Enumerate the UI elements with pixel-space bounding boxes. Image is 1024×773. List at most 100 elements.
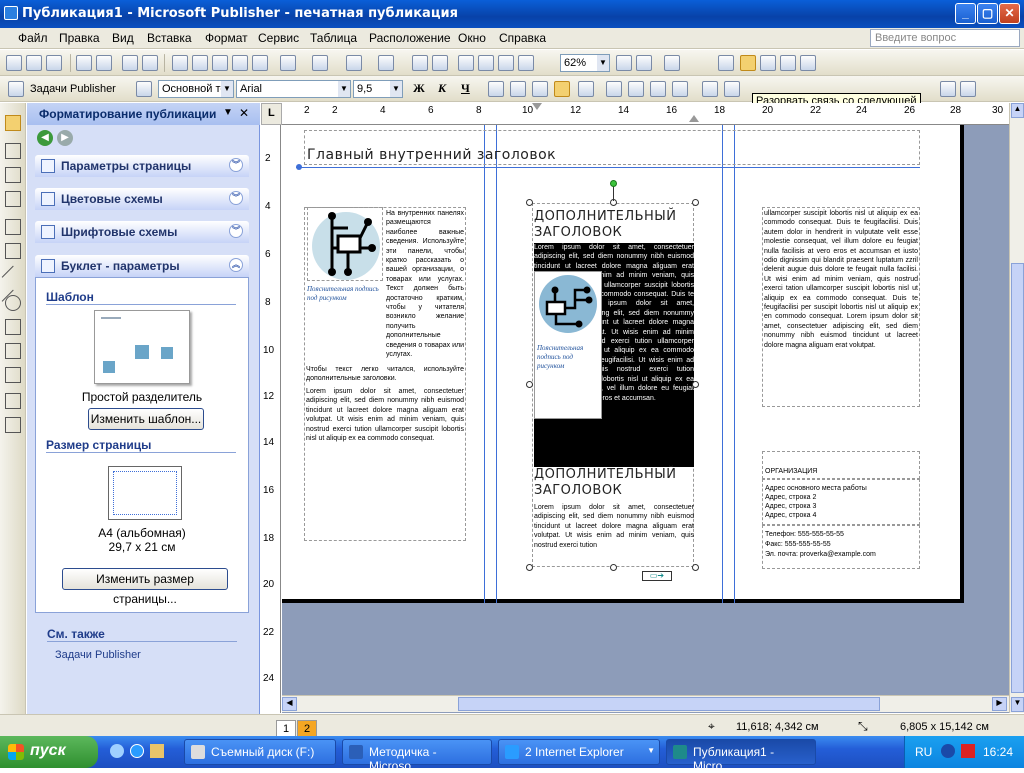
start-button[interactable]: пуск: [0, 736, 98, 768]
menu-format[interactable]: Формат: [205, 31, 248, 45]
special-characters-icon[interactable]: [518, 55, 534, 71]
increase-indent-icon[interactable]: [672, 81, 688, 97]
maximize-button[interactable]: ▢: [977, 3, 998, 24]
scroll-up-icon[interactable]: ▲: [1011, 103, 1024, 118]
hyperlink-icon[interactable]: [412, 55, 428, 71]
column3-text-box[interactable]: ullamcorper suscipit lobortis nisl ut al…: [762, 207, 920, 407]
menu-insert[interactable]: Вставка: [147, 31, 192, 45]
oval-icon[interactable]: [5, 295, 21, 311]
table-icon[interactable]: [478, 55, 494, 71]
taskbar-item-publisher[interactable]: Публикация1 - Micro...: [666, 739, 816, 773]
insert-table-icon[interactable]: [5, 167, 21, 183]
link-text-box-icon[interactable]: [718, 55, 734, 71]
menu-arrange[interactable]: Расположение: [369, 31, 451, 45]
help-search-input[interactable]: Введите вопрос: [870, 29, 1020, 47]
styles-icon[interactable]: [136, 81, 152, 97]
search-icon[interactable]: [110, 744, 124, 758]
wordart-icon[interactable]: [5, 191, 21, 207]
print-preview-icon[interactable]: [96, 55, 112, 71]
forward-icon[interactable]: ▶: [57, 130, 73, 146]
internet-explorer-icon[interactable]: [130, 744, 144, 758]
chevron-down-icon[interactable]: ▼: [390, 81, 402, 97]
close-icon[interactable]: ✕: [239, 106, 249, 120]
horizontal-ruler[interactable]: 2 2 4 6 8 10 12 14 16 18 20 22 24 26 28 …: [282, 103, 1022, 125]
rectangle-icon[interactable]: [5, 319, 21, 335]
section-page-options[interactable]: Параметры страницы ︾: [35, 155, 249, 177]
select-objects-icon[interactable]: [5, 115, 21, 131]
horizontal-scrollbar[interactable]: ◀ ▶: [282, 695, 1009, 712]
line-spacing-icon[interactable]: [578, 81, 594, 97]
resize-handle[interactable]: [526, 564, 533, 571]
print-icon[interactable]: [76, 55, 92, 71]
picture-frame-icon[interactable]: [5, 219, 21, 235]
chevron-down-icon[interactable]: ▼: [221, 81, 233, 97]
column2-picture-frame[interactable]: Пояснительная подпись под рисунком: [534, 271, 602, 419]
menu-table[interactable]: Таблица: [310, 31, 357, 45]
text-box-icon[interactable]: [5, 143, 21, 159]
vertical-scrollbar[interactable]: ▲ ▼: [1009, 103, 1024, 713]
close-button[interactable]: ✕: [999, 3, 1020, 24]
next-text-box-icon[interactable]: [780, 55, 796, 71]
clipboard-icon[interactable]: [252, 55, 268, 71]
scroll-right-icon[interactable]: ▶: [992, 697, 1007, 711]
italic-button[interactable]: К: [438, 81, 446, 96]
guide-handle[interactable]: [296, 164, 302, 170]
shadow-icon[interactable]: [940, 81, 956, 97]
chevron-up-icon[interactable]: ︽: [229, 258, 243, 272]
new-icon[interactable]: [6, 55, 22, 71]
scroll-thumb[interactable]: [1011, 263, 1024, 693]
chevron-down-icon[interactable]: ▼: [597, 55, 609, 71]
taskbar-item-word[interactable]: Методичка - Microso...: [342, 739, 492, 773]
font-combo[interactable]: Arial ▼: [236, 80, 351, 98]
publisher-tasks-link[interactable]: Задачи Publisher: [55, 649, 141, 661]
zoom-combo[interactable]: 62% ▼: [560, 54, 610, 72]
folder-icon[interactable]: [150, 744, 164, 758]
menu-view[interactable]: Вид: [112, 31, 134, 45]
main-heading-box[interactable]: Главный внутренний заголовок: [304, 130, 920, 165]
menu-help[interactable]: Справка: [499, 31, 546, 45]
bring-to-front-icon[interactable]: [346, 55, 362, 71]
resize-handle[interactable]: [692, 564, 699, 571]
minimize-button[interactable]: _: [955, 3, 976, 24]
publication-page[interactable]: Главный внутренний заголовок Пояснительн…: [282, 125, 964, 603]
tasks-icon[interactable]: [8, 81, 24, 97]
menu-edit[interactable]: Правка: [59, 31, 100, 45]
align-right-icon[interactable]: [532, 81, 548, 97]
bold-button[interactable]: Ж: [413, 81, 425, 96]
page-1-tab[interactable]: 1: [276, 720, 296, 737]
back-icon[interactable]: ◀: [37, 130, 53, 146]
section-brochure-options[interactable]: Буклет - параметры ︽: [35, 255, 249, 277]
antivirus-icon[interactable]: [961, 744, 975, 758]
chevron-down-icon[interactable]: ︾: [229, 224, 243, 238]
align-left-icon[interactable]: [488, 81, 504, 97]
form-control-icon[interactable]: [5, 417, 21, 433]
resize-handle[interactable]: [692, 199, 699, 206]
increase-font-icon[interactable]: [724, 81, 740, 97]
template-thumbnail[interactable]: [94, 310, 190, 384]
pane-menu-icon[interactable]: ▼: [223, 107, 233, 118]
address-box[interactable]: Адрес основного места работы Адрес, стро…: [762, 479, 920, 525]
align-center-icon[interactable]: [510, 81, 526, 97]
menu-file[interactable]: Файл: [18, 31, 48, 45]
chevron-down-icon[interactable]: ︾: [229, 158, 243, 172]
special-characters-icon[interactable]: [498, 55, 514, 71]
redo-icon[interactable]: [312, 55, 328, 71]
change-page-size-button[interactable]: Изменить размер страницы...: [62, 568, 228, 606]
resize-handle[interactable]: [526, 381, 533, 388]
copy-icon[interactable]: [192, 55, 208, 71]
undo-icon[interactable]: [280, 55, 296, 71]
bullets-icon[interactable]: [628, 81, 644, 97]
section-font-schemes[interactable]: Шрифтовые схемы ︾: [35, 221, 249, 243]
publisher-app-icon[interactable]: [4, 6, 18, 20]
next-text-box-icon[interactable]: ▭➔: [642, 571, 672, 581]
underline-button[interactable]: Ч: [461, 81, 470, 96]
network-icon[interactable]: [941, 744, 955, 758]
previous-text-box-icon[interactable]: [760, 55, 776, 71]
page-size-thumbnail[interactable]: [108, 466, 182, 520]
ruler-corner[interactable]: L: [261, 103, 282, 125]
decrease-font-icon[interactable]: [702, 81, 718, 97]
break-link-icon[interactable]: [740, 55, 756, 71]
contact-box[interactable]: Телефон: 555-555-55-55 Факс: 555-555-55-…: [762, 525, 920, 569]
save-icon[interactable]: [46, 55, 62, 71]
autoshapes-icon[interactable]: [5, 343, 21, 359]
